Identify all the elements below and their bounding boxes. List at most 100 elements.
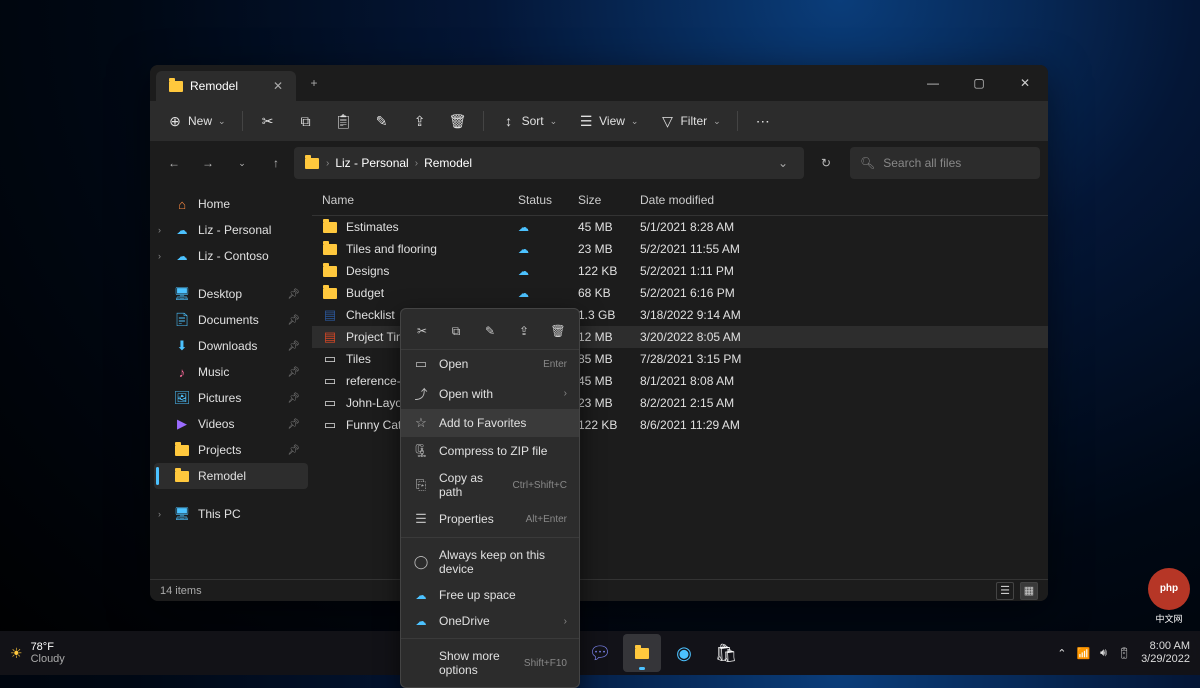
context-copypath[interactable]: ⎘Copy as pathCtrl+Shift+C (401, 465, 579, 505)
rename-button[interactable]: ✎ (365, 108, 399, 134)
maximize-button[interactable]: ▢ (956, 65, 1002, 101)
context-keep[interactable]: ◯Always keep on this device (401, 542, 579, 582)
forward-button[interactable]: → (192, 147, 224, 179)
temperature: 78°F (31, 641, 65, 653)
sort-icon: ↕ (500, 112, 518, 130)
sidebar-item-home[interactable]: ⌂Home (154, 191, 308, 217)
sidebar-item-projects[interactable]: Projects📌︎ (154, 437, 308, 463)
cut-button[interactable]: ✂ (251, 108, 285, 134)
file-row[interactable]: Tiles and flooring☁23 MB5/2/2021 11:55 A… (312, 238, 1048, 260)
search-input[interactable] (883, 156, 1038, 170)
share-button[interactable]: ⇪ (510, 319, 538, 343)
context-freeup[interactable]: ☁Free up space (401, 582, 579, 608)
more-button[interactable]: ⋯ (746, 108, 780, 134)
context-compress[interactable]: 🗜︎Compress to ZIP file (401, 437, 579, 465)
chevron-down-icon[interactable]: ⌄ (772, 156, 794, 170)
cut-button[interactable]: ✂ (408, 319, 436, 343)
context-onedrive[interactable]: ☁OneDrive› (401, 608, 579, 634)
rename-button[interactable]: ✎ (476, 319, 504, 343)
context-openwith[interactable]: ⤴Open with› (401, 378, 579, 409)
sidebar-item-contoso[interactable]: ›☁Liz - Contoso (154, 243, 308, 269)
store-button[interactable]: 🛍︎ (707, 634, 745, 672)
copy-button[interactable]: ⧉ (442, 319, 470, 343)
divider (242, 111, 243, 131)
column-status[interactable]: Status (518, 193, 578, 207)
delete-button[interactable]: 🗑︎ (544, 319, 572, 343)
file-row[interactable]: Estimates☁45 MB5/1/2021 8:28 AM (312, 216, 1048, 238)
back-button[interactable]: ← (158, 147, 190, 179)
window-tab[interactable]: Remodel ✕ (156, 71, 296, 101)
context-more[interactable]: Show more optionsShift+F10 (401, 643, 579, 683)
file-size: 45 MB (578, 220, 640, 234)
zip-icon: 🗜︎ (413, 443, 429, 459)
file-date: 8/6/2021 11:29 AM (640, 418, 1048, 432)
breadcrumb-item[interactable]: Remodel (424, 156, 472, 170)
filter-button[interactable]: ▽ Filter ⌄ (650, 108, 728, 134)
battery-icon[interactable]: 🔋︎ (1117, 647, 1131, 660)
new-tab-button[interactable]: + (300, 69, 328, 97)
taskbar-weather[interactable]: ☀ 78°F Cloudy (10, 641, 65, 665)
sidebar-item-desktop[interactable]: 🖥︎Desktop📌︎ (154, 281, 308, 307)
share-button[interactable]: ⇪ (403, 108, 437, 134)
view-button[interactable]: ☰ View ⌄ (569, 108, 646, 134)
close-button[interactable]: ✕ (1002, 65, 1048, 101)
pin-icon: 📌︎ (287, 341, 300, 352)
sidebar-item-personal[interactable]: ›☁Liz - Personal (154, 217, 308, 243)
column-name[interactable]: Name (312, 193, 518, 207)
file-size: 122 KB (578, 264, 640, 278)
up-button[interactable]: ↑ (260, 147, 292, 179)
sidebar-item-music[interactable]: ♪Music📌︎ (154, 359, 308, 385)
context-open[interactable]: ▭OpenEnter (401, 350, 579, 378)
folder-icon (174, 442, 190, 458)
sort-button[interactable]: ↕ Sort ⌄ (492, 108, 566, 134)
copy-button[interactable]: ⧉ (289, 108, 323, 134)
context-favorites[interactable]: ☆Add to Favorites (401, 409, 579, 437)
details-view-button[interactable]: ☰ (996, 582, 1014, 600)
context-properties[interactable]: ☰PropertiesAlt+Enter (401, 505, 579, 533)
path-icon: ⎘ (413, 477, 429, 493)
chevron-right-icon: › (158, 251, 161, 261)
sidebar-item-remodel[interactable]: Remodel (154, 463, 308, 489)
refresh-button[interactable]: ↻ (810, 147, 842, 179)
file-name: Tiles and flooring (346, 242, 437, 256)
chat-button[interactable]: 💬︎ (581, 634, 619, 672)
device-icon: ◯ (413, 554, 429, 570)
column-size[interactable]: Size (578, 193, 640, 207)
column-date[interactable]: Date modified (640, 193, 1048, 207)
divider (737, 111, 738, 131)
chevron-right-icon: › (415, 158, 418, 169)
file-row[interactable]: Budget☁68 KB5/2/2021 6:16 PM (312, 282, 1048, 304)
file-type-icon: ▭ (322, 351, 338, 367)
volume-icon[interactable]: 🔊︎ (1100, 647, 1107, 660)
desktop-icon: 🖥︎ (174, 286, 190, 302)
paste-button[interactable]: 📋︎ (327, 108, 361, 134)
filter-icon: ▽ (658, 112, 676, 130)
edge-button[interactable]: ◉ (665, 634, 703, 672)
tiles-view-button[interactable]: ▦ (1020, 582, 1038, 600)
file-date: 8/2/2021 2:15 AM (640, 396, 1048, 410)
address-bar[interactable]: › Liz - Personal › Remodel ⌄ (294, 147, 804, 179)
file-row[interactable]: Designs☁122 KB5/2/2021 1:11 PM (312, 260, 1048, 282)
recent-button[interactable]: ⌄ (226, 147, 258, 179)
sidebar-item-pictures[interactable]: 🖼︎Pictures📌︎ (154, 385, 308, 411)
close-tab-icon[interactable]: ✕ (270, 79, 286, 93)
clock[interactable]: 8:00 AM 3/29/2022 (1141, 640, 1190, 666)
search-box[interactable]: 🔍︎ (850, 147, 1040, 179)
sidebar-item-downloads[interactable]: ⬇Downloads📌︎ (154, 333, 308, 359)
wifi-icon[interactable]: 📶 (1076, 647, 1090, 660)
explorer-button[interactable] (623, 634, 661, 672)
pin-icon: 📌︎ (287, 315, 300, 326)
chevron-right-icon: › (564, 616, 567, 627)
sidebar-item-videos[interactable]: ▶Videos📌︎ (154, 411, 308, 437)
sidebar-item-documents[interactable]: 📄︎Documents📌︎ (154, 307, 308, 333)
context-menu: ✂ ⧉ ✎ ⇪ 🗑︎ ▭OpenEnter ⤴Open with› ☆Add t… (400, 308, 580, 688)
tray-chevron-icon[interactable]: ⌃ (1057, 647, 1066, 660)
new-button[interactable]: ⊕ New ⌄ (158, 108, 234, 134)
breadcrumb-item[interactable]: Liz - Personal (335, 156, 408, 170)
minimize-button[interactable]: — (910, 65, 956, 101)
view-label: View (599, 114, 625, 128)
delete-button[interactable]: 🗑︎ (441, 108, 475, 134)
watermark: php 中文网 (1148, 568, 1190, 625)
sidebar-item-thispc[interactable]: ›🖥︎This PC (154, 501, 308, 527)
copy-icon: ⧉ (297, 112, 315, 130)
